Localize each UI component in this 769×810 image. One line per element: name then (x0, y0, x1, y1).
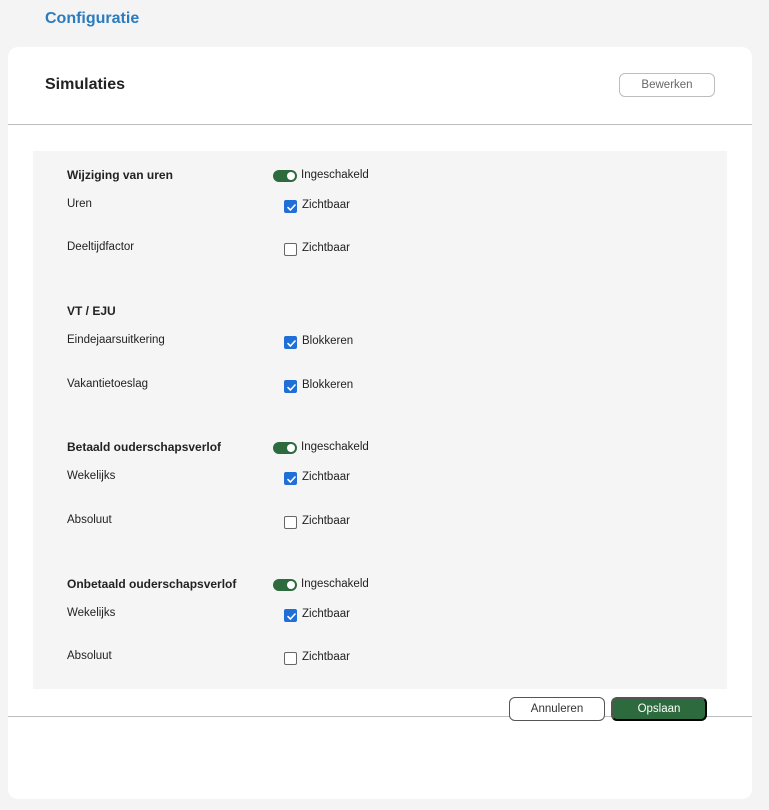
card-title: Simulaties (45, 76, 126, 93)
setting-row-weekly: Wekelijks Zichtbaar (33, 468, 727, 488)
setting-label: Wekelijks (67, 607, 116, 619)
check-icon (287, 476, 296, 483)
toggle-label: Ingeschakeld (301, 578, 369, 590)
visible-checkbox[interactable] (284, 472, 297, 485)
cancel-button[interactable]: Annuleren (509, 697, 605, 721)
settings-panel: Wijziging van uren Ingeschakeld Uren Zic… (33, 151, 727, 689)
visible-checkbox[interactable] (284, 609, 297, 622)
setting-row-holiday-allowance: Vakantietoeslag Blokkeren (33, 376, 727, 396)
checkbox-label: Zichtbaar (302, 242, 350, 254)
section-header-paid-parental-leave: Betaald ouderschapsverlof Ingeschakeld (33, 438, 727, 458)
section-header-hours-change: Wijziging van uren Ingeschakeld (33, 166, 727, 186)
section-title: VT / EJU (67, 304, 116, 318)
toggle-knob (287, 444, 295, 452)
divider-top (8, 124, 752, 125)
visible-checkbox[interactable] (284, 516, 297, 529)
page-title: Configuratie (45, 10, 140, 27)
visible-checkbox[interactable] (284, 243, 297, 256)
enabled-toggle[interactable] (273, 579, 297, 591)
checkbox-label: Zichtbaar (302, 515, 350, 527)
block-checkbox[interactable] (284, 336, 297, 349)
setting-label: Uren (67, 198, 92, 210)
setting-label: Absoluut (67, 514, 112, 526)
setting-row-hours: Uren Zichtbaar (33, 196, 727, 216)
checkbox-label: Zichtbaar (302, 608, 350, 620)
setting-label: Wekelijks (67, 470, 116, 482)
simulations-card: Simulaties Bewerken Wijziging van uren I… (8, 47, 752, 799)
checkbox-label: Zichtbaar (302, 471, 350, 483)
setting-label: Deeltijdfactor (67, 241, 135, 253)
visible-checkbox[interactable] (284, 200, 297, 213)
setting-row-absolute: Absoluut Zichtbaar (33, 512, 727, 532)
toggle-knob (287, 172, 295, 180)
setting-row-weekly: Wekelijks Zichtbaar (33, 605, 727, 625)
check-icon (287, 384, 296, 391)
check-icon (287, 204, 296, 211)
enabled-toggle[interactable] (273, 442, 297, 454)
section-header-unpaid-parental-leave: Onbetaald ouderschapsverlof Ingeschakeld (33, 575, 727, 595)
setting-label: Eindejaarsuitkering (67, 334, 165, 346)
check-icon (287, 613, 296, 620)
checkbox-label: Zichtbaar (302, 651, 350, 663)
toggle-knob (287, 581, 295, 589)
setting-label: Vakantietoeslag (67, 378, 148, 390)
setting-label: Absoluut (67, 650, 112, 662)
checkbox-label: Blokkeren (302, 379, 354, 391)
setting-row-year-end-bonus: Eindejaarsuitkering Blokkeren (33, 332, 727, 352)
check-icon (287, 340, 296, 347)
section-header-vt-eju: VT / EJU (33, 302, 727, 322)
setting-row-absolute: Absoluut Zichtbaar (33, 648, 727, 668)
section-title: Betaald ouderschapsverlof (67, 440, 222, 454)
block-checkbox[interactable] (284, 380, 297, 393)
checkbox-label: Blokkeren (302, 335, 354, 347)
enabled-toggle[interactable] (273, 170, 297, 182)
visible-checkbox[interactable] (284, 652, 297, 665)
section-title: Wijziging van uren (67, 168, 173, 182)
toggle-label: Ingeschakeld (301, 169, 369, 181)
setting-row-part-time-factor: Deeltijdfactor Zichtbaar (33, 239, 727, 259)
toggle-label: Ingeschakeld (301, 441, 369, 453)
section-title: Onbetaald ouderschapsverlof (67, 577, 237, 591)
save-button[interactable]: Opslaan (611, 697, 707, 721)
checkbox-label: Zichtbaar (302, 199, 350, 211)
edit-button[interactable]: Bewerken (619, 73, 715, 97)
